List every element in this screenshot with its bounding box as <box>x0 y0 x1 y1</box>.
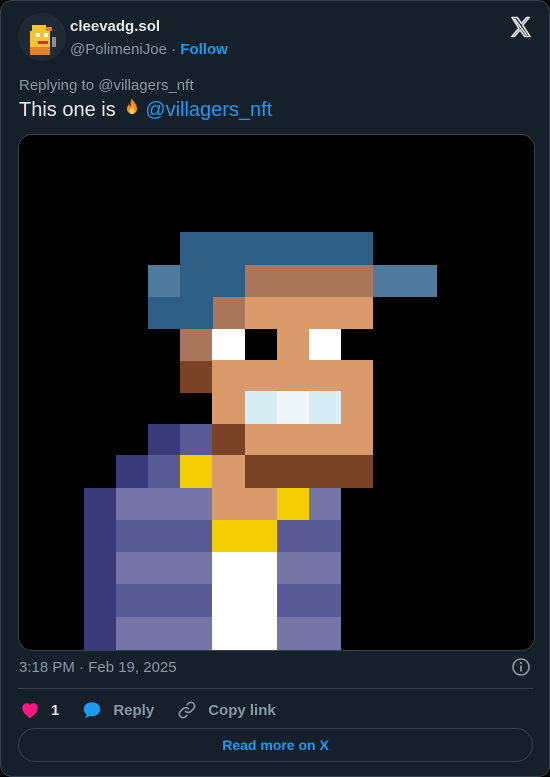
heart-icon <box>22 703 38 719</box>
handle-row: @PolimeniJoe · Follow <box>70 41 228 58</box>
reply-button[interactable]: Reply <box>81 699 154 721</box>
speech-bubble-icon <box>84 702 101 719</box>
separator-dot: · <box>171 41 177 58</box>
avatar[interactable] <box>18 13 66 61</box>
replying-to-handle[interactable]: @villagers_nft <box>98 77 193 94</box>
tweet-text: This one is @villagers_nft <box>19 97 272 122</box>
copy-link-label: Copy link <box>208 701 276 719</box>
like-count: 1 <box>51 701 60 719</box>
read-more-button[interactable]: Read more on X <box>18 728 533 762</box>
tweet-timestamp[interactable]: 3:18 PM · Feb 19, 2025 <box>19 659 177 676</box>
user-handle[interactable]: @PolimeniJoe <box>70 41 167 58</box>
info-icon[interactable] <box>511 657 531 677</box>
tweet-media-image[interactable] <box>18 134 535 651</box>
tweet-embed-card: cleevadg.sol @PolimeniJoe · Follow Reply… <box>0 0 550 777</box>
tweet-mention[interactable]: @villagers_nft <box>145 99 272 121</box>
x-logo-icon[interactable] <box>509 15 533 39</box>
divider <box>18 688 533 689</box>
action-bar: 1 Reply Copy link <box>19 699 276 721</box>
replying-to-line: Replying to @villagers_nft <box>19 77 194 94</box>
like-button[interactable]: 1 <box>19 699 59 721</box>
link-icon <box>178 701 196 719</box>
follow-button[interactable]: Follow <box>180 41 228 58</box>
display-name[interactable]: cleevadg.sol <box>70 18 160 35</box>
copy-link-button[interactable]: Copy link <box>176 699 276 721</box>
replying-to-label: Replying to <box>19 77 99 94</box>
fire-emoji-icon <box>127 98 138 115</box>
pixel-art-villager-image <box>19 135 534 650</box>
pixel-avatar-icon <box>18 13 66 61</box>
tweet-text-body: This one is <box>19 99 122 121</box>
reply-label: Reply <box>113 701 155 719</box>
